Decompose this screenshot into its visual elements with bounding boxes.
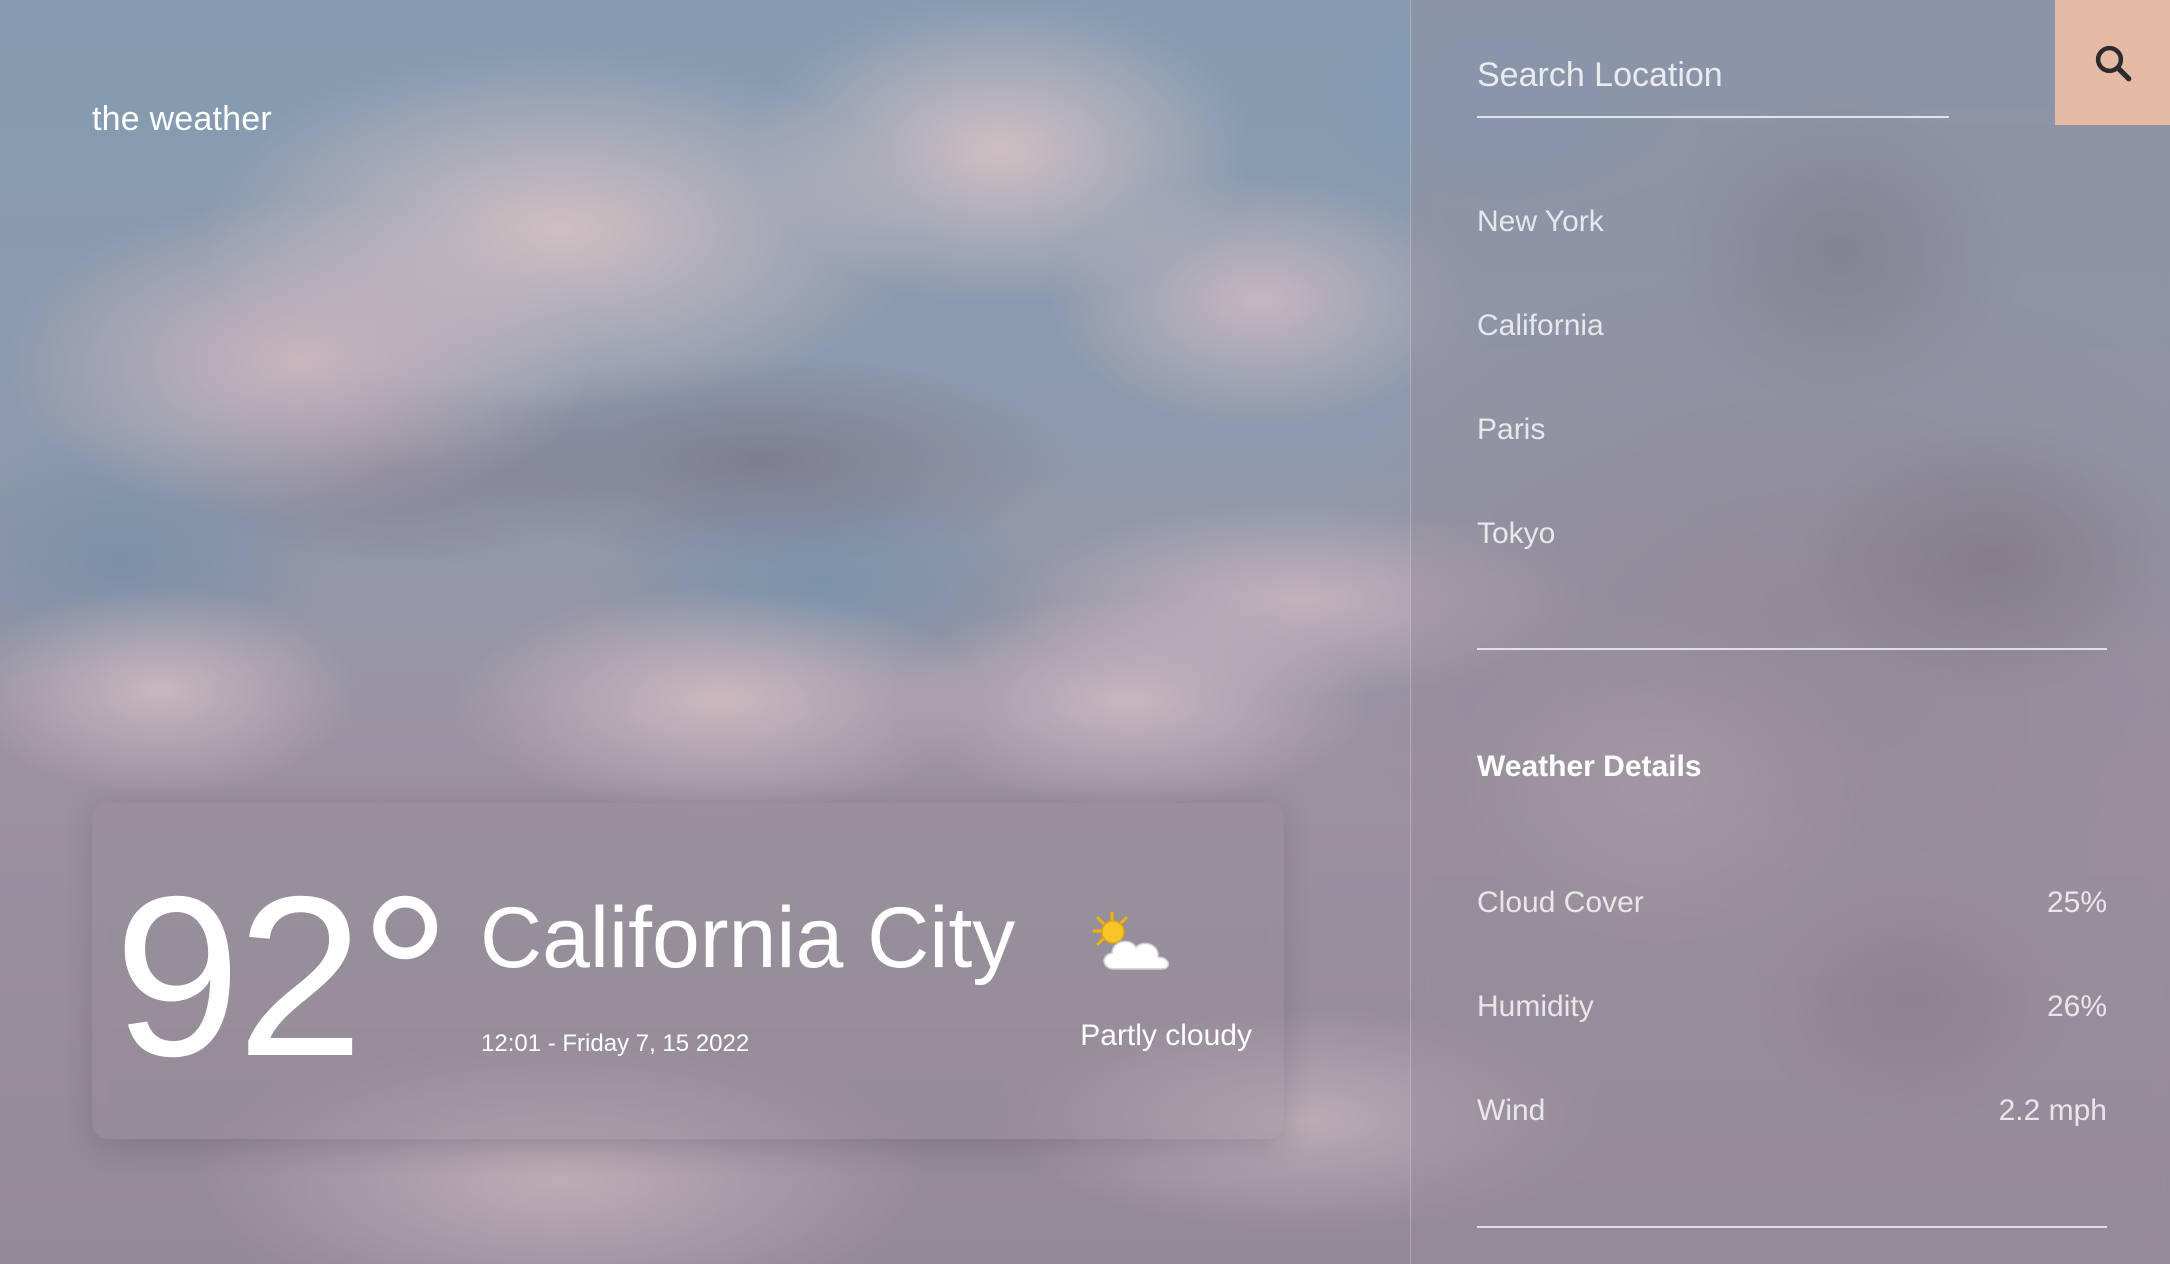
location-item-new-york[interactable]: New York <box>1477 205 1604 239</box>
detail-label: Cloud Cover <box>1477 886 1644 919</box>
city-name: California City <box>480 890 1016 986</box>
detail-value: 26% <box>2046 990 2107 1023</box>
temperature: 92° <box>114 850 451 1104</box>
location-item-california[interactable]: California <box>1477 309 1604 343</box>
current-weather-card: 92° California City 12:01 - Friday 7, 15… <box>92 803 1284 1139</box>
search-button[interactable] <box>2055 0 2170 125</box>
sidebar-panel: New York California Paris Tokyo Weather … <box>1410 0 2170 1264</box>
weather-app: the weather 92° California City 12:01 - … <box>0 0 2170 1264</box>
detail-row-humidity: Humidity 26% <box>1477 990 2107 1030</box>
detail-row-wind: Wind 2.2 mph <box>1477 1094 2107 1134</box>
detail-label: Humidity <box>1477 990 1594 1023</box>
partly-cloudy-icon <box>1092 911 1170 970</box>
search-input[interactable] <box>1477 50 1949 100</box>
search-field <box>1477 40 1949 118</box>
search-icon <box>2095 45 2132 81</box>
detail-value: 2.2 mph <box>1998 1094 2107 1127</box>
divider <box>1477 1226 2107 1228</box>
detail-value: 25% <box>2046 886 2107 919</box>
detail-label: Wind <box>1477 1094 1546 1127</box>
detail-row-cloud-cover: Cloud Cover 25% <box>1477 886 2107 926</box>
panel-backdrop <box>1411 0 2170 1264</box>
date-time: 12:01 - Friday 7, 15 2022 <box>481 1030 750 1057</box>
divider <box>1477 648 2107 650</box>
location-item-paris[interactable]: Paris <box>1477 413 1545 447</box>
weather-details-title: Weather Details <box>1477 750 1702 783</box>
brand-logo[interactable]: the weather <box>92 100 272 139</box>
condition-text: Partly cloudy <box>1080 1019 1252 1052</box>
location-item-tokyo[interactable]: Tokyo <box>1477 517 1555 551</box>
